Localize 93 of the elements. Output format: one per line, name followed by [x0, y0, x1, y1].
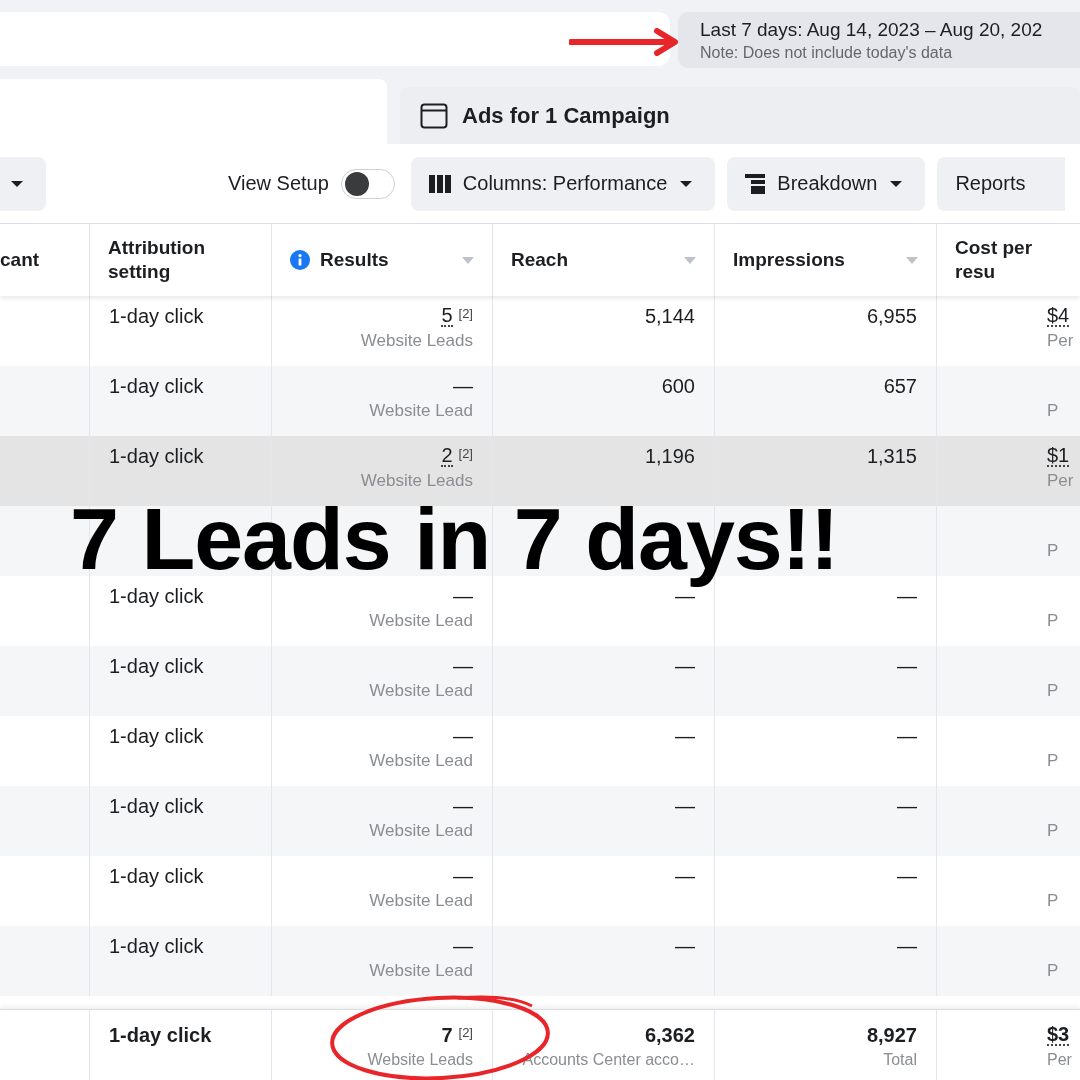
column-header[interactable]: Cost per resu [955, 236, 1062, 284]
caret-icon [10, 179, 24, 188]
cell-caption: P [1047, 681, 1059, 701]
table-cell: — [675, 935, 695, 958]
table-cell-text: 1-day click [109, 1024, 213, 1048]
table-cell: 2 [441, 445, 453, 467]
cell-caption: P [1047, 821, 1059, 841]
footnote-mark: [2] [458, 1025, 473, 1040]
table-cell-text: 1-day click [109, 375, 205, 399]
info-icon [290, 250, 310, 270]
toolbar-button[interactable]: Breakdown [727, 156, 926, 211]
table-cell: 657 [883, 375, 917, 398]
cell-caption: Website Lead [369, 961, 473, 981]
table-cell-text: 1-day click [109, 935, 205, 959]
cell-caption: Website Lead [369, 681, 473, 701]
table-cell: — [675, 865, 695, 888]
table-cell-text: 1-day click [109, 445, 205, 469]
table-cell: 8,927 [866, 1024, 917, 1047]
table-cell: — [675, 655, 695, 678]
table-cell: $4 [1047, 305, 1070, 327]
table-cell: $3 [1047, 1024, 1070, 1046]
cell-caption: Website Lead [369, 751, 473, 771]
column-header[interactable]: cant [0, 248, 40, 272]
table-cell: — [675, 725, 695, 748]
table-cell: — [453, 935, 473, 958]
column-header[interactable]: Results [320, 248, 450, 272]
toolbar-button[interactable]: Reports [937, 156, 1066, 211]
cell-caption: P [1047, 961, 1059, 981]
cell-caption: Per [1047, 471, 1074, 491]
table-cell: — [453, 655, 473, 678]
table-cell: — [453, 795, 473, 818]
cell-caption: Website Leads [360, 331, 473, 351]
cell-caption: Accounts Center acco… [522, 1050, 695, 1070]
toolbar-button[interactable]: Columns: Performance [410, 156, 716, 211]
table-cell: — [897, 865, 917, 888]
caret-icon [889, 179, 904, 188]
headline-text: 7 Leads in 7 days!! [70, 492, 839, 586]
table-cell: 5 [441, 305, 453, 327]
table-cell: — [897, 585, 917, 608]
column-header[interactable]: Attribution setting [108, 236, 253, 284]
cell-caption: P [1047, 891, 1059, 911]
sort-icon [684, 256, 696, 264]
cell-caption: P [1047, 541, 1059, 561]
cell-caption: P [1047, 611, 1059, 631]
column-header[interactable]: Impressions [733, 248, 894, 272]
table-cell: — [453, 865, 473, 888]
toggle-switch[interactable] [340, 168, 395, 199]
sort-icon [462, 256, 474, 264]
table-cell: — [897, 935, 917, 958]
view-setup-label: View Setup [228, 172, 329, 196]
filter-field[interactable] [0, 12, 670, 66]
table-cell-text: 1-day click [109, 305, 205, 329]
table-cell: — [453, 725, 473, 748]
table-cell: — [897, 655, 917, 678]
table-cell-text: 1-day click [109, 795, 205, 819]
table-cell: 6,955 [866, 305, 917, 328]
table-cell: — [453, 375, 473, 398]
window-icon [420, 102, 448, 129]
column-header[interactable]: Reach [511, 248, 672, 272]
cell-caption: Website Lead [369, 611, 473, 631]
table-cell: 7 [441, 1024, 453, 1047]
table-cell: 600 [661, 375, 695, 398]
footnote-mark: [2] [458, 306, 473, 321]
cell-caption: Website Lead [369, 821, 473, 841]
caret-icon [679, 179, 694, 188]
date-range-button[interactable]: Last 7 days: Aug 14, 2023 – Aug 20, 202 Note: Does not include today's data [678, 12, 1080, 68]
cell-caption: Per [1047, 1050, 1072, 1070]
cell-caption: Website Lead [369, 891, 473, 911]
table-cell: — [453, 585, 473, 608]
cell-caption: P [1047, 401, 1059, 421]
cell-caption: Per [1047, 331, 1074, 351]
cell-caption: Website Leads [360, 471, 473, 491]
table-cell-text: 1-day click [109, 655, 205, 679]
table-cell: $1 [1047, 445, 1070, 467]
table-cell-text: 1-day click [109, 865, 205, 889]
table-cell: 5,144 [644, 305, 695, 328]
columns-icon [428, 174, 451, 193]
table-cell: 6,362 [644, 1024, 695, 1047]
table-cell: — [897, 795, 917, 818]
cell-caption: Total [883, 1050, 917, 1070]
table-cell: — [897, 725, 917, 748]
table-cell: 1,196 [644, 445, 695, 468]
table-cell: 1,315 [866, 445, 917, 468]
cell-caption: Website Leads [367, 1050, 473, 1070]
sort-icon [906, 256, 918, 264]
footnote-mark: [2] [458, 446, 473, 461]
cell-caption: P [1047, 751, 1059, 771]
cell-caption: Website Lead [369, 401, 473, 421]
tab[interactable]: Ads for 1 Campaign [400, 87, 1080, 145]
table-cell: — [675, 795, 695, 818]
breakdown-icon [745, 173, 766, 194]
table-cell-text: 1-day click [109, 725, 205, 749]
table-cell-text: 1-day click [109, 585, 205, 609]
